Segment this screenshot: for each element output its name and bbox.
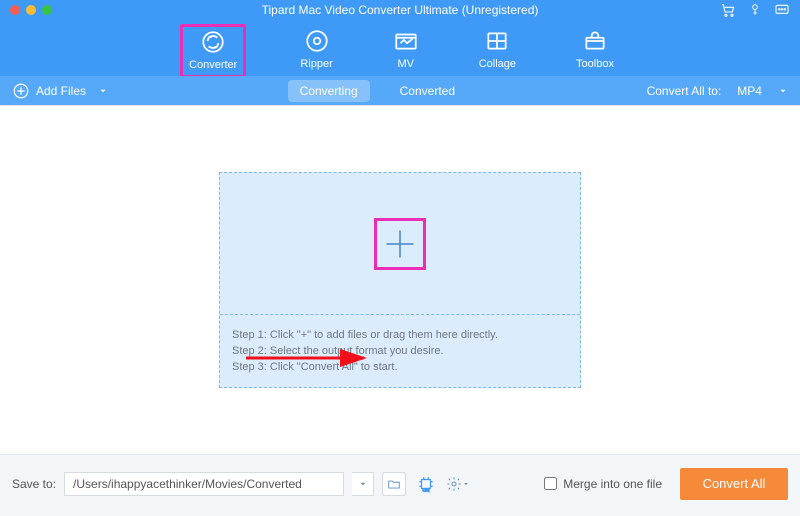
feedback-icon[interactable] [774,2,790,18]
nav-toolbox[interactable]: Toolbox [570,26,620,74]
nav-ripper[interactable]: Ripper [294,26,338,74]
open-folder-button[interactable] [382,472,406,496]
add-files-button[interactable]: Add Files [12,82,108,100]
save-path-input-wrapper [64,472,344,496]
chip-icon: ON [417,475,435,493]
gear-icon [446,476,462,492]
gpu-accel-button[interactable]: ON [414,472,438,496]
converter-icon [200,29,226,55]
merge-label: Merge into one file [563,477,662,491]
key-icon[interactable] [748,2,762,18]
nav-label: Collage [479,58,516,70]
step-1: Step 1: Click "+" to add files or drag t… [232,329,568,341]
nav-label: Converter [189,59,237,71]
save-path-dropdown[interactable] [352,472,374,496]
settings-button[interactable] [446,472,470,496]
nav-mv[interactable]: MV [387,26,425,74]
plus-circle-icon [12,82,30,100]
drop-zone[interactable]: Step 1: Click "+" to add files or drag t… [219,172,581,388]
tab-converted[interactable]: Converted [388,80,467,102]
tab-converting[interactable]: Converting [288,80,370,102]
chevron-down-icon [462,480,470,488]
collage-icon [484,28,510,54]
drop-zone-top [220,173,580,314]
convert-all-to-label: Convert All to: [647,84,722,98]
svg-text:ON: ON [423,487,430,492]
merge-checkbox[interactable]: Merge into one file [544,477,662,491]
mv-icon [393,28,419,54]
plus-icon [382,226,418,262]
convert-all-button[interactable]: Convert All [680,468,788,500]
cart-icon[interactable] [720,2,736,18]
step-3: Step 3: Click "Convert All" to start. [232,361,568,373]
chevron-down-icon[interactable] [98,86,108,96]
nav-collage[interactable]: Collage [473,26,522,74]
nav-label: Ripper [300,58,332,70]
step-2: Step 2: Select the output format you des… [232,345,568,357]
bottom-bar: Save to: ON Merge into one file Convert … [0,454,800,516]
instruction-steps: Step 1: Click "+" to add files or drag t… [220,314,580,387]
chevron-down-icon [778,86,788,96]
nav-label: Toolbox [576,58,614,70]
output-format-selector[interactable]: Convert All to: MP4 [647,84,788,98]
save-to-label: Save to: [12,477,56,491]
main-area: Step 1: Click "+" to add files or drag t… [0,106,800,454]
ripper-icon [304,28,330,54]
merge-checkbox-input[interactable] [544,477,557,490]
output-format-value: MP4 [729,84,770,98]
status-tabs: Converting Converted [288,80,467,102]
window-title: Tipard Mac Video Converter Ultimate (Unr… [0,3,800,17]
nav-label: MV [397,58,414,70]
add-files-label: Add Files [36,84,86,98]
sub-bar: Add Files Converting Converted Convert A… [0,76,800,106]
add-files-plus-button[interactable] [374,218,426,270]
save-path-input[interactable] [65,477,343,491]
chevron-down-icon [358,479,368,489]
nav-converter[interactable]: Converter [180,24,246,78]
top-nav: Converter Ripper MV Collage Toolbox [0,20,800,76]
folder-icon [387,477,401,491]
toolbox-icon [582,28,608,54]
titlebar: Tipard Mac Video Converter Ultimate (Unr… [0,0,800,20]
